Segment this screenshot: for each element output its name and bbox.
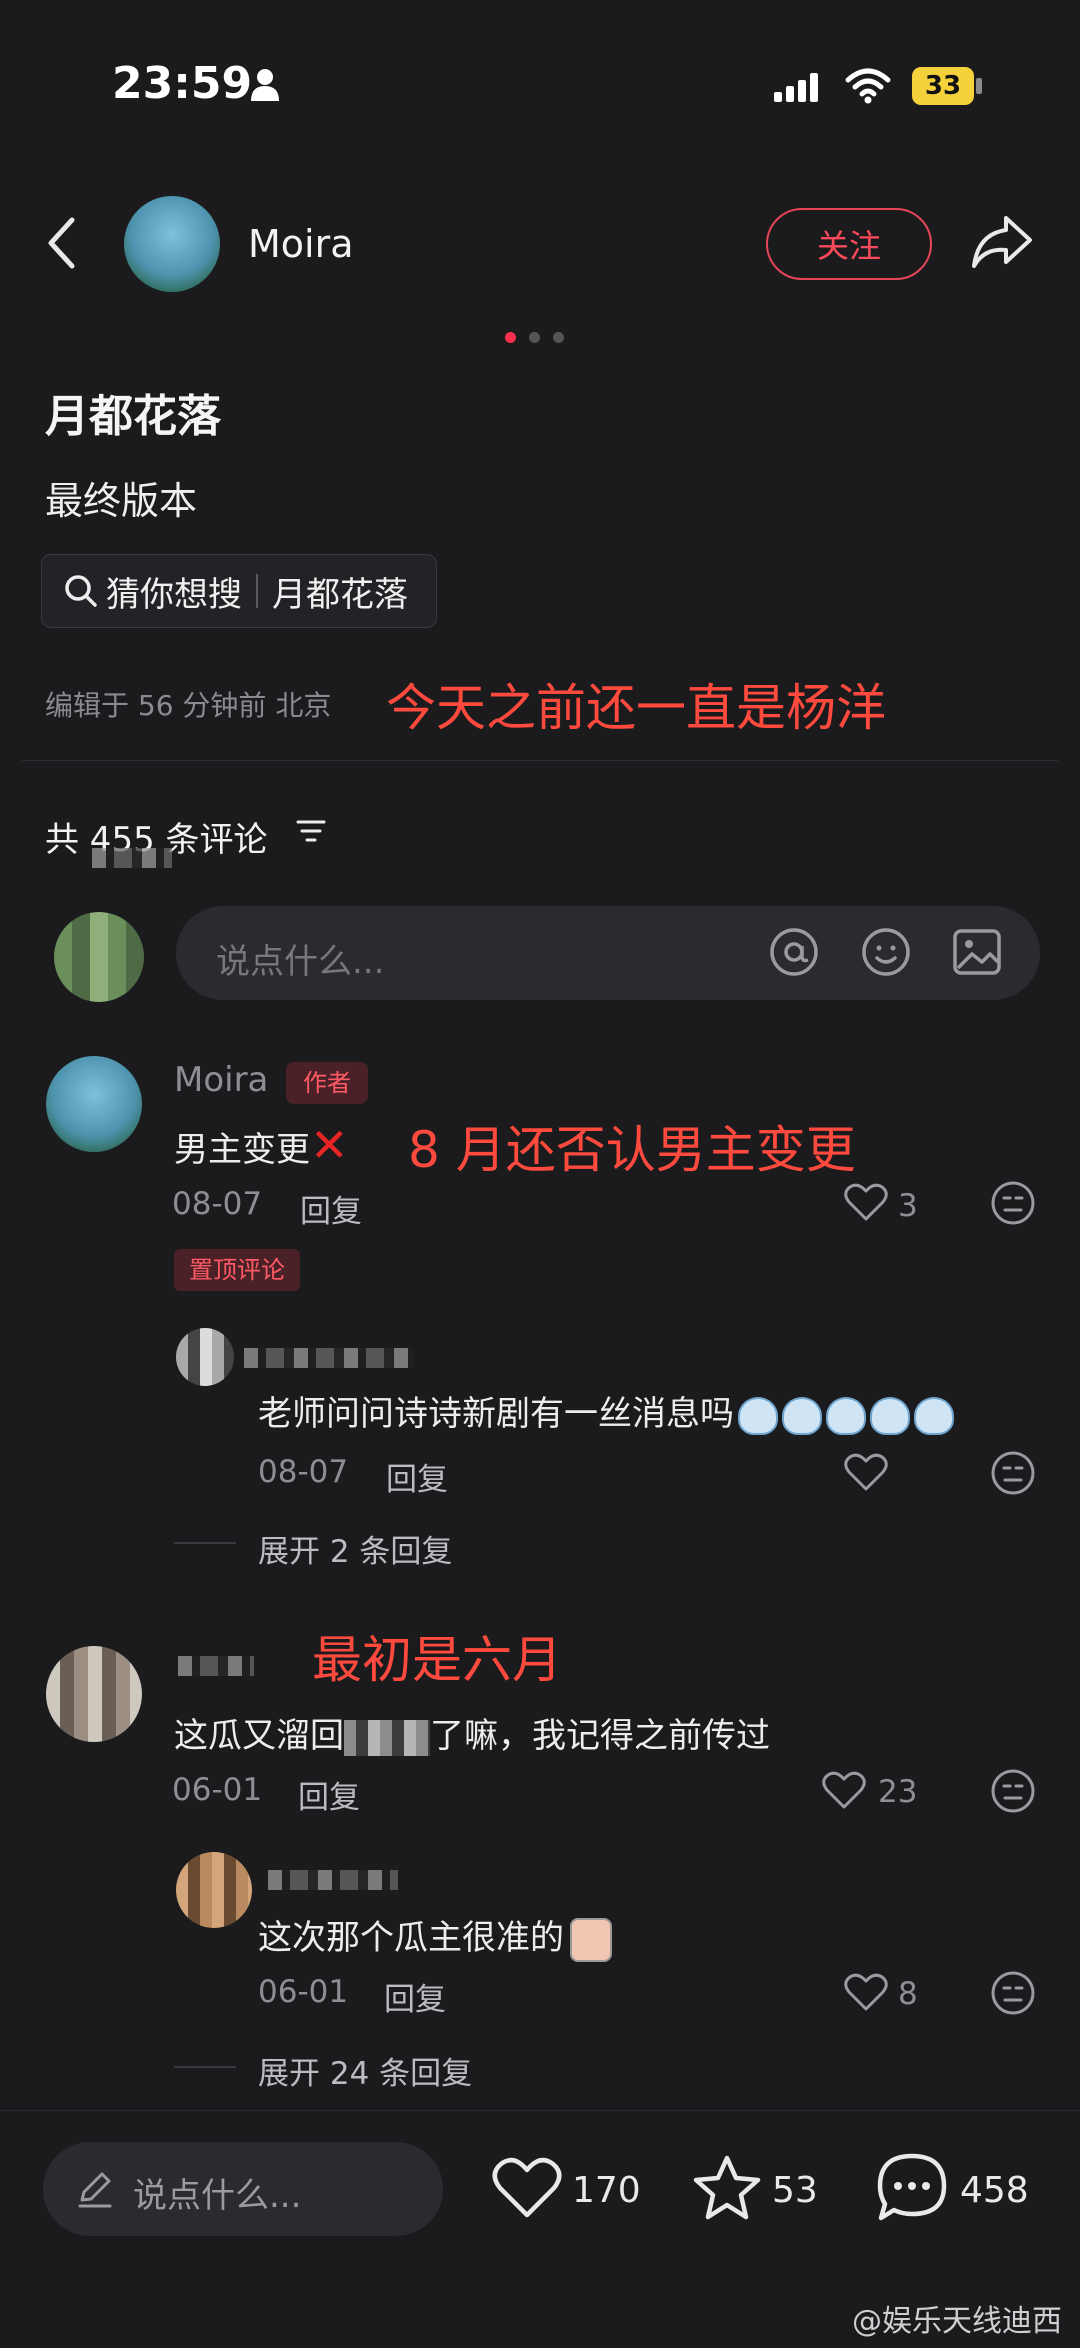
crying-emoji-icon [826, 1396, 866, 1435]
reply-text: 老师问问诗诗新剧有一丝消息吗 [258, 1386, 954, 1435]
comment-text: 这瓜又溜回 了嘛，我记得之前传过 [174, 1708, 770, 1757]
crying-emoji-icon [914, 1396, 954, 1435]
author-badge: 作者 [286, 1062, 368, 1104]
bottom-input-placeholder: 说点什么... [133, 2176, 302, 2216]
reply-avatar [176, 1328, 234, 1386]
pager-dot [529, 332, 540, 343]
comment-text-end: 了嘛，我记得之前传过 [430, 1716, 770, 1756]
person-icon [250, 68, 280, 102]
comment-text: 男主变更✕ [174, 1118, 349, 1172]
like-post-icon[interactable] [492, 2156, 562, 2220]
cross-mark-icon: ✕ [310, 1118, 349, 1172]
bottom-divider [0, 2110, 1080, 2111]
battery-tip [976, 78, 982, 94]
emoji-icon[interactable] [860, 926, 912, 978]
reply-date: 08-07 [258, 1454, 349, 1490]
comment-date: 08-07 [172, 1186, 263, 1222]
favorite-star-icon[interactable] [692, 2154, 762, 2220]
like-count: 23 [878, 1774, 918, 1810]
comment-text-body: 男主变更 [174, 1130, 310, 1170]
neutral-face-icon[interactable] [990, 1970, 1036, 2016]
comment-date: 06-01 [172, 1772, 263, 1808]
like-count: 8 [898, 1976, 918, 2012]
back-button[interactable] [46, 216, 76, 270]
crying-emoji-icon [782, 1396, 822, 1435]
mention-icon[interactable] [768, 926, 820, 978]
comment-bubble-icon[interactable] [876, 2152, 948, 2222]
reply-text-body: 老师问问诗诗新剧有一丝消息吗 [258, 1394, 734, 1434]
blurred-username [268, 1870, 398, 1890]
status-time: 23:59 [112, 58, 253, 109]
search-prefix: 猜你想搜 [106, 574, 242, 615]
watermark: @娱乐天线迪西 [852, 2304, 1062, 2339]
post-comment-count: 458 [960, 2170, 1029, 2211]
reply-text-body: 这次那个瓜主很准的 [258, 1918, 564, 1958]
expand-replies-button[interactable]: 展开 24 条回复 [258, 2048, 472, 2093]
pinned-comment-badge: 置顶评论 [174, 1249, 300, 1291]
comment-author-name[interactable]: Moira [174, 1060, 268, 1100]
reply-button[interactable]: 回复 [386, 1454, 448, 1499]
comment-avatar[interactable] [46, 1056, 142, 1152]
blurred-username [92, 848, 172, 868]
expand-divider [174, 2066, 236, 2068]
annotation-june: 最初是六月 [312, 1631, 562, 1689]
search-term: 月都花落 [272, 574, 408, 615]
blurred-username [244, 1348, 414, 1368]
expand-divider [174, 1542, 236, 1544]
like-count: 3 [898, 1188, 918, 1224]
user-avatar [54, 912, 144, 1002]
reply-date: 06-01 [258, 1974, 349, 2010]
like-icon[interactable] [844, 1182, 888, 1222]
post-title: 月都花落 [45, 391, 221, 442]
signal-icon [772, 70, 822, 104]
author-name[interactable]: Moira [248, 222, 354, 266]
edit-info: 编辑于 56 分钟前 北京 [45, 689, 332, 722]
image-icon[interactable] [952, 928, 1002, 976]
sort-icon[interactable] [296, 818, 326, 846]
neutral-face-icon[interactable] [990, 1768, 1036, 1814]
reply-avatar [176, 1852, 252, 1928]
pager-dot [553, 332, 564, 343]
pager-dot-active [505, 332, 516, 343]
search-icon [64, 574, 106, 608]
blurred-username [178, 1656, 254, 1676]
author-avatar[interactable] [124, 196, 220, 292]
comment-avatar[interactable] [46, 1646, 142, 1742]
like-icon[interactable] [844, 1452, 888, 1492]
reply-button[interactable]: 回复 [300, 1186, 362, 1231]
comment-input-placeholder: 说点什么... [216, 942, 385, 982]
neutral-face-icon[interactable] [990, 1450, 1036, 1496]
like-icon[interactable] [844, 1972, 888, 2012]
search-suggestion[interactable]: 猜你想搜 月都花落 [41, 554, 437, 628]
image-pager-dots [505, 328, 577, 347]
post-favorite-count: 53 [772, 2170, 818, 2211]
like-icon[interactable] [822, 1770, 866, 1810]
post-meta: 编辑于 56 分钟前 北京 [45, 684, 331, 724]
blurred-text [344, 1719, 430, 1756]
neutral-face-icon[interactable] [990, 1180, 1036, 1226]
post-description: 最终版本 [45, 479, 198, 523]
wifi-icon [844, 66, 892, 104]
battery-indicator: 33 [912, 67, 974, 105]
search-separator [256, 574, 258, 608]
reply-button[interactable]: 回复 [298, 1772, 360, 1817]
post-like-count: 170 [572, 2170, 641, 2211]
reply-text: 这次那个瓜主很准的 [258, 1910, 612, 1962]
share-icon[interactable] [970, 212, 1034, 270]
annotation-yangyang: 今天之前还一直是杨洋 [386, 679, 886, 737]
annotation-august: 8 月还否认男主变更 [408, 1121, 856, 1179]
crying-emoji-icon [870, 1396, 910, 1435]
comment-text-start: 这瓜又溜回 [174, 1716, 344, 1756]
pencil-icon [76, 2170, 114, 2208]
follow-button[interactable]: 关注 [766, 208, 932, 280]
reply-button[interactable]: 回复 [384, 1974, 446, 2019]
crying-emoji-icon [738, 1396, 778, 1435]
expand-replies-button[interactable]: 展开 2 条回复 [258, 1526, 452, 1571]
smirk-emoji-icon [570, 1917, 612, 1962]
section-divider [22, 760, 1058, 761]
